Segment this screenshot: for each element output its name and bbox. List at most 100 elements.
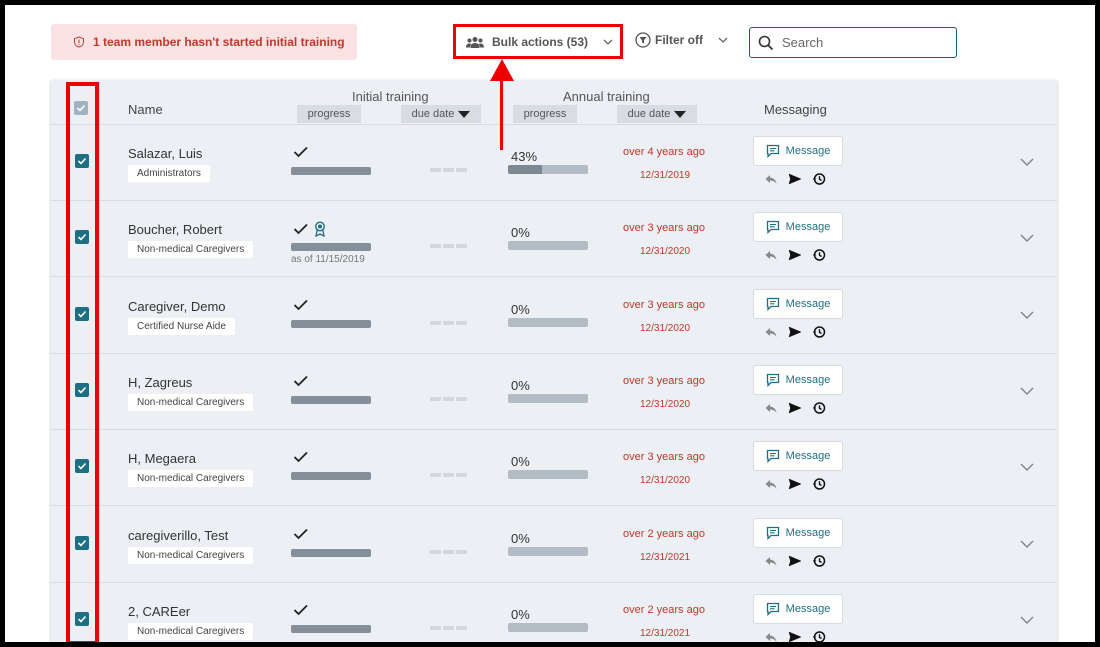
filter-toggle[interactable]: Filter off (635, 32, 729, 48)
annual-due-date: 12/31/2020 (640, 322, 691, 334)
annual-due-date: 12/31/2021 (640, 551, 691, 563)
role-badge: Non-medical Caregivers (128, 241, 254, 259)
annual-progress-bar (508, 622, 588, 632)
message-button[interactable]: Message (753, 441, 843, 472)
checkmark-icon (293, 146, 308, 158)
annual-progress-bar (508, 165, 588, 174)
initial-progress-bar (291, 548, 371, 557)
role-badge: Non-medical Caregivers (128, 622, 254, 640)
role-badge: Non-medical Caregivers (128, 546, 254, 564)
message-actions (764, 477, 826, 491)
reply-icon[interactable] (764, 477, 778, 491)
message-label: Message (785, 373, 831, 386)
message-label: Message (785, 221, 831, 234)
column-header-initial-due-date[interactable]: due date (401, 105, 481, 123)
message-button[interactable]: Message (753, 364, 843, 395)
member-name[interactable]: 2, CAREer (128, 604, 190, 619)
reply-icon[interactable] (764, 401, 778, 415)
table-row[interactable]: Caregiver, Demo Certified Nurse Aide 0% … (51, 278, 1057, 354)
reply-icon[interactable] (764, 172, 778, 186)
send-icon[interactable] (788, 401, 802, 415)
annotation-arrow-shaft (500, 75, 503, 150)
search-input[interactable] (782, 35, 942, 50)
message-button[interactable]: Message (753, 288, 843, 319)
expand-row-icon[interactable] (1019, 386, 1035, 396)
message-actions (764, 172, 826, 186)
initial-due-date-empty (430, 625, 467, 630)
column-group-initial-training: Initial training (352, 89, 429, 104)
message-actions (764, 630, 826, 642)
expand-row-icon[interactable] (1019, 462, 1035, 472)
member-name[interactable]: H, Megaera (128, 451, 196, 466)
role-badge: Administrators (128, 165, 210, 182)
initial-due-date-empty (430, 549, 467, 554)
expand-row-icon[interactable] (1019, 157, 1035, 167)
column-header-annual-progress[interactable]: progress (513, 105, 577, 123)
chat-icon (766, 602, 779, 616)
member-name[interactable]: Boucher, Robert (128, 222, 222, 237)
annotation-highlight-checkboxes (66, 82, 99, 642)
table-row[interactable]: Boucher, Robert Non-medical Caregivers a… (51, 201, 1057, 278)
send-icon[interactable] (788, 554, 802, 568)
initial-training-status (293, 450, 309, 464)
sort-desc-icon (458, 110, 471, 118)
message-button[interactable]: Message (753, 593, 843, 624)
reply-icon[interactable] (764, 554, 778, 568)
training-alert[interactable]: 1 team member hasn't started initial tra… (51, 24, 357, 60)
table-row[interactable]: H, Megaera Non-medical Caregivers 0% ove… (51, 430, 1057, 507)
reply-icon[interactable] (764, 630, 778, 642)
progress-label: progress (523, 108, 567, 120)
send-icon[interactable] (788, 172, 802, 186)
annotation-arrow-head (490, 59, 514, 81)
chat-icon (766, 297, 779, 311)
annual-progress-percent: 0% (511, 225, 530, 241)
history-icon[interactable] (812, 248, 826, 262)
member-name[interactable]: caregiverillo, Test (128, 528, 228, 543)
message-button[interactable]: Message (753, 212, 843, 243)
history-icon[interactable] (812, 172, 826, 186)
expand-row-icon[interactable] (1019, 615, 1035, 625)
role-badge: Certified Nurse Aide (128, 317, 235, 335)
send-icon[interactable] (788, 248, 802, 262)
table-row[interactable]: Salazar, Luis Administrators 43% over 4 … (51, 125, 1057, 201)
member-name[interactable]: Salazar, Luis (128, 146, 202, 161)
message-actions (764, 554, 826, 568)
history-icon[interactable] (812, 401, 826, 415)
table-row[interactable]: H, Zagreus Non-medical Caregivers 0% ove… (51, 354, 1057, 430)
history-icon[interactable] (812, 477, 826, 491)
initial-training-status (293, 374, 309, 388)
history-icon[interactable] (812, 325, 826, 339)
member-name[interactable]: Caregiver, Demo (128, 299, 226, 314)
initial-due-date-empty (430, 168, 467, 172)
annual-progress-percent: 0% (511, 377, 530, 393)
checkmark-icon (293, 375, 308, 387)
table-row[interactable]: caregiverillo, Test Non-medical Caregive… (51, 507, 1057, 583)
column-header-initial-progress[interactable]: progress (297, 105, 361, 123)
annual-progress-bar (508, 470, 588, 480)
expand-row-icon[interactable] (1019, 539, 1035, 549)
app-frame: 1 team member hasn't started initial tra… (5, 5, 1095, 642)
annual-due-date: 12/31/2020 (640, 398, 691, 410)
reply-icon[interactable] (764, 248, 778, 262)
message-button[interactable]: Message (753, 136, 843, 166)
column-header-annual-due-date[interactable]: due date (617, 105, 697, 123)
search-icon (758, 35, 774, 50)
send-icon[interactable] (788, 630, 802, 642)
send-icon[interactable] (788, 477, 802, 491)
expand-row-icon[interactable] (1019, 233, 1035, 243)
filter-icon (635, 32, 651, 48)
bulk-actions-button[interactable]: Bulk actions (53) (453, 24, 623, 59)
column-header-name[interactable]: Name (128, 102, 163, 117)
send-icon[interactable] (788, 325, 802, 339)
reply-icon[interactable] (764, 325, 778, 339)
chat-icon (766, 526, 779, 540)
history-icon[interactable] (812, 630, 826, 642)
annual-progress-percent: 0% (511, 606, 530, 622)
sort-desc-icon (674, 110, 687, 118)
search-box[interactable] (749, 27, 957, 58)
message-button[interactable]: Message (753, 517, 843, 548)
table-row[interactable]: 2, CAREer Non-medical Caregivers 0% over… (51, 583, 1057, 642)
expand-row-icon[interactable] (1019, 310, 1035, 320)
history-icon[interactable] (812, 554, 826, 568)
member-name[interactable]: H, Zagreus (128, 375, 192, 390)
